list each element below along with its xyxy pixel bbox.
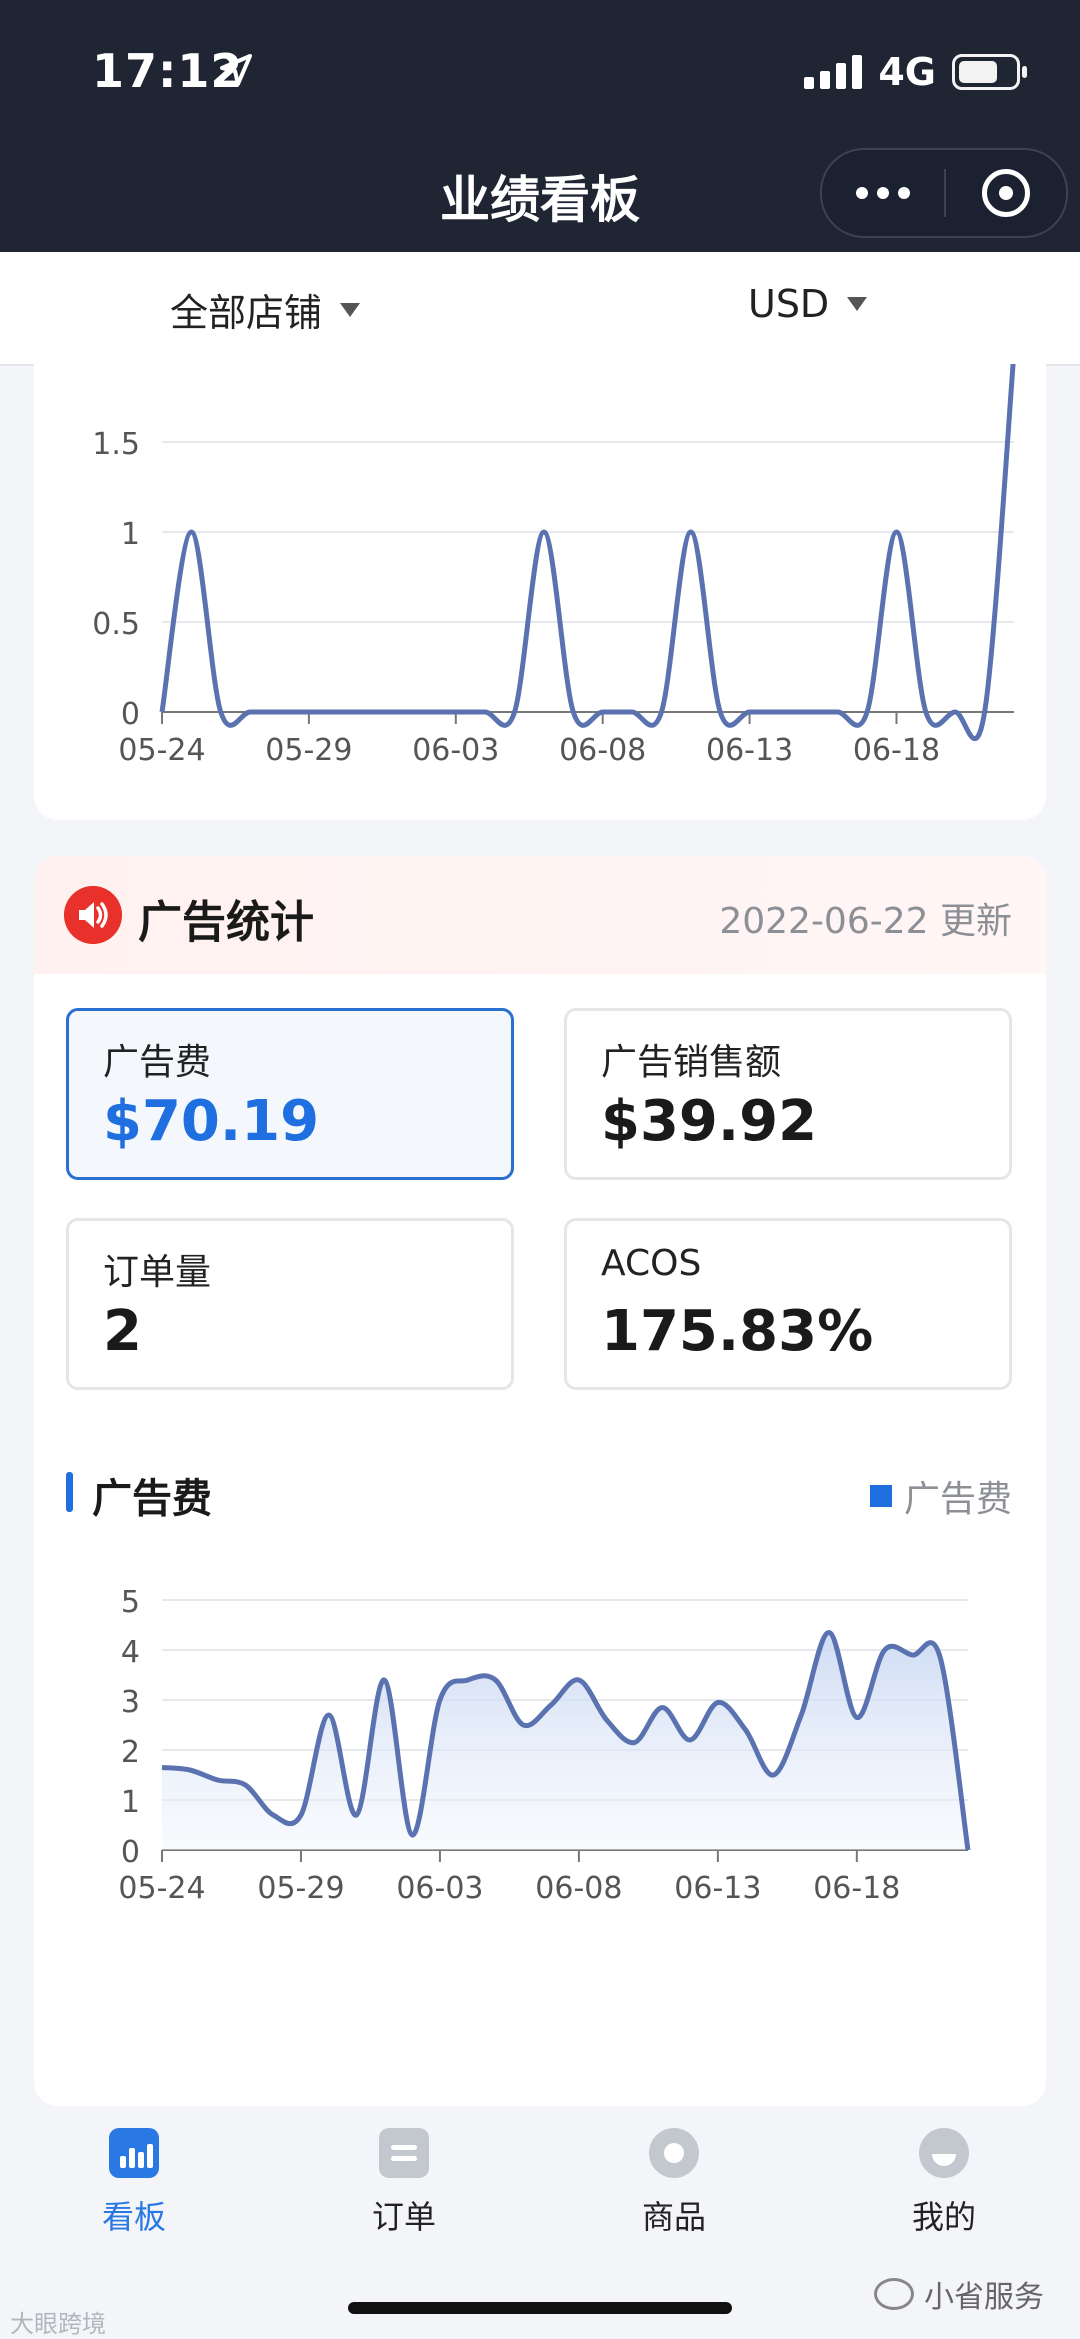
x-tick-label: 06-08	[559, 733, 646, 768]
stat-value: 2	[103, 1299, 142, 1364]
x-tick-label: 05-29	[265, 733, 352, 768]
x-tick-label: 05-24	[118, 1871, 205, 1906]
stat-card-ad-sales[interactable]: 广告销售额 $39.92	[564, 1008, 1012, 1180]
x-tick-label: 06-18	[853, 733, 940, 768]
y-tick-label: 0	[121, 1835, 140, 1870]
tab-dashboard[interactable]: 看板	[34, 2128, 234, 2238]
y-tick-label: 1	[121, 1785, 140, 1820]
ad-updated-date: 2022-06-22 更新	[719, 901, 1012, 942]
profile-icon	[919, 2128, 969, 2178]
currency-filter-label: USD	[748, 282, 830, 326]
y-tick-label: 1	[121, 517, 140, 552]
close-miniapp-button[interactable]	[946, 169, 1066, 217]
tab-profile[interactable]: 我的	[844, 2128, 1044, 2238]
top-bar: 17:12 4G 业绩看板	[0, 0, 1080, 252]
network-label: 4G	[878, 50, 936, 94]
x-tick-label: 06-03	[396, 1871, 483, 1906]
order-icon	[379, 2128, 429, 2178]
wechat-icon	[874, 2278, 914, 2310]
legend-label: 广告费	[903, 1479, 1012, 1520]
signal-icon	[804, 55, 863, 89]
goods-icon	[649, 2128, 699, 2178]
ad-statistics-header: 广告统计 2022-06-22 更新	[34, 856, 1046, 974]
store-filter-dropdown[interactable]: 全部店铺	[170, 282, 361, 337]
stat-label: 广告销售额	[601, 1042, 782, 1083]
y-tick-label: 5	[121, 1585, 140, 1620]
stat-card-acos[interactable]: ACOS 175.83%	[564, 1218, 1012, 1390]
tab-goods[interactable]: 商品	[574, 2128, 774, 2238]
stat-label: 订单量	[103, 1252, 212, 1293]
watermark-right-label: 小省服务	[924, 2280, 1044, 2315]
stat-label: 广告费	[103, 1042, 212, 1083]
currency-filter-dropdown[interactable]: USD	[748, 282, 868, 326]
target-circle-icon	[982, 169, 1030, 217]
x-tick-label: 06-03	[412, 733, 499, 768]
x-tick-label: 05-29	[257, 1871, 344, 1906]
battery-icon	[952, 54, 1027, 90]
tab-label: 订单	[371, 2198, 436, 2236]
stat-card-ad-spend[interactable]: 广告费 $70.19	[66, 1008, 514, 1180]
orders-chart-group: 0 0.5 1 1.5 05-24 05-29 06-03 06-08 06-13 06-18	[92, 364, 1016, 768]
stat-value: $39.92	[601, 1089, 818, 1154]
series-line	[159, 364, 1016, 742]
stat-value: $70.19	[103, 1089, 320, 1154]
tab-orders[interactable]: 订单	[304, 2128, 504, 2238]
orders-line-chart: 0 0.5 1 1.5 05-24 05-29 06-03 06-08 06-13 06-18	[92, 364, 1016, 768]
x-tick-label: 06-18	[813, 1871, 900, 1906]
y-tick-label: 3	[121, 1685, 140, 1720]
ad-statistics-title: 广告统计	[138, 897, 314, 948]
more-dots-icon[interactable]	[822, 187, 944, 199]
dropdown-triangle-icon	[340, 302, 361, 317]
x-tick-label: 06-13	[674, 1871, 761, 1906]
location-arrow-icon	[220, 54, 252, 86]
section-accent-bar	[66, 1472, 73, 1512]
tab-label: 我的	[911, 2198, 976, 2236]
dropdown-triangle-icon	[847, 297, 868, 311]
orders-chart-card: 0 0.5 1 1.5 05-24 05-29 06-03 06-08 06-13 06-18	[34, 364, 1046, 820]
x-tick-label: 05-24	[118, 733, 205, 768]
watermark-right: 小省服务	[874, 2272, 1044, 2316]
tab-label: 商品	[641, 2198, 706, 2236]
x-tick-label: 06-13	[706, 733, 793, 768]
ad-spend-area-chart: 0 1 2 3 4 5 05-24 05-29 06-03 06-08 06-13 06-18	[118, 1585, 971, 1906]
home-indicator	[348, 2302, 732, 2314]
tab-label: 看板	[101, 2198, 166, 2236]
y-tick-label: 0.5	[92, 607, 140, 642]
ad-statistics-card: 广告统计 2022-06-22 更新 广告费 $70.19 广告销售额 $39.…	[34, 856, 1046, 2106]
y-tick-label: 1.5	[92, 427, 140, 462]
legend-swatch	[869, 1485, 892, 1507]
chart-legend[interactable]: 广告费	[869, 1470, 1012, 1522]
store-filter-label: 全部店铺	[170, 291, 323, 335]
dashboard-icon	[109, 2128, 159, 2178]
y-tick-label: 4	[121, 1635, 140, 1670]
y-tick-label: 0	[121, 697, 140, 732]
miniapp-capsule	[820, 148, 1068, 238]
speaker-icon	[64, 886, 122, 944]
stat-value: 175.83%	[601, 1299, 874, 1364]
stat-card-orders[interactable]: 订单量 2	[66, 1218, 514, 1390]
y-tick-label: 2	[121, 1735, 140, 1770]
filter-bar: 全部店铺 USD	[0, 252, 1080, 366]
ad-spend-section-title: 广告费	[92, 1476, 212, 1522]
x-tick-label: 06-08	[535, 1871, 622, 1906]
watermark-left: 大眼跨境	[10, 2310, 106, 2338]
area-fill	[162, 1632, 968, 1850]
stat-label: ACOS	[601, 1243, 702, 1284]
status-indicators: 4G	[804, 48, 1027, 96]
